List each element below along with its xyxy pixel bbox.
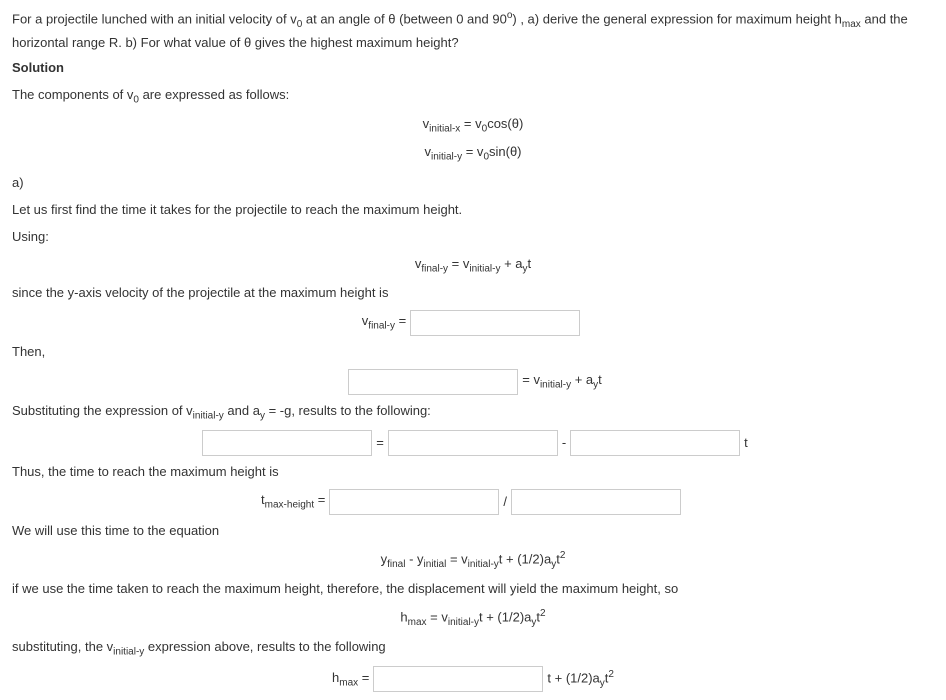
- vfinaly-label: vfinal-y =: [362, 311, 406, 335]
- substituting-expr: Substituting the expression of vinitial-…: [12, 401, 934, 425]
- input-then-lhs[interactable]: [348, 369, 518, 395]
- since-y-axis: since the y-axis velocity of the project…: [12, 283, 934, 304]
- tmax-label: tmax-height =: [261, 490, 325, 514]
- hmax-final-line: hmax = t + (1/2)ayt2: [12, 666, 934, 692]
- part-a-label: a): [12, 173, 934, 194]
- then-rhs: = vinitial-y + ayt: [522, 370, 602, 394]
- hmax-final-label: hmax =: [332, 668, 369, 692]
- yfinal-eq: yfinal - yinitial = vinitial-yt + (1/2)a…: [12, 548, 934, 573]
- input-tmax-num[interactable]: [329, 489, 499, 515]
- equals-sign: =: [376, 433, 384, 454]
- then-eq-line: = vinitial-y + ayt: [12, 369, 934, 395]
- substituting-vinitialy: substituting, the vinitial-y expression …: [12, 637, 934, 661]
- eq-vinitial-y: vinitial-y = v0sin(θ): [12, 142, 934, 166]
- we-will-use: We will use this time to the equation: [12, 521, 934, 542]
- minus-sign: -: [562, 433, 566, 454]
- hmax-eq: hmax = vinitial-yt + (1/2)ayt2: [12, 606, 934, 631]
- problem-statement: For a projectile lunched with an initial…: [12, 8, 934, 54]
- eq-vfinaly-kinematic: vfinal-y = vinitial-y + ayt: [12, 254, 934, 278]
- solution-heading: Solution: [12, 58, 934, 79]
- using-label: Using:: [12, 227, 934, 248]
- input-vfinaly[interactable]: [410, 310, 580, 336]
- slash-sign: /: [503, 492, 507, 513]
- hmax-final-rhs: t + (1/2)ayt2: [547, 667, 614, 692]
- if-we-use: if we use the time taken to reach the ma…: [12, 579, 934, 600]
- tmax-line: tmax-height = /: [12, 489, 934, 515]
- subst-eq-line: = - t: [12, 430, 934, 456]
- thus-time: Thus, the time to reach the maximum heig…: [12, 462, 934, 483]
- input-subst-rhs[interactable]: [570, 430, 740, 456]
- let-us-first: Let us first find the time it takes for …: [12, 200, 934, 221]
- t-var: t: [744, 433, 748, 454]
- vfinaly-blank-line: vfinal-y =: [12, 310, 934, 336]
- eq-vinitial-x: vinitial-x = v0cos(θ): [12, 114, 934, 138]
- then-label: Then,: [12, 342, 934, 363]
- input-subst-lhs[interactable]: [202, 430, 372, 456]
- input-subst-mid[interactable]: [388, 430, 558, 456]
- input-tmax-den[interactable]: [511, 489, 681, 515]
- components-intro: The components of v0 are expressed as fo…: [12, 85, 934, 109]
- input-hmax-final[interactable]: [373, 666, 543, 692]
